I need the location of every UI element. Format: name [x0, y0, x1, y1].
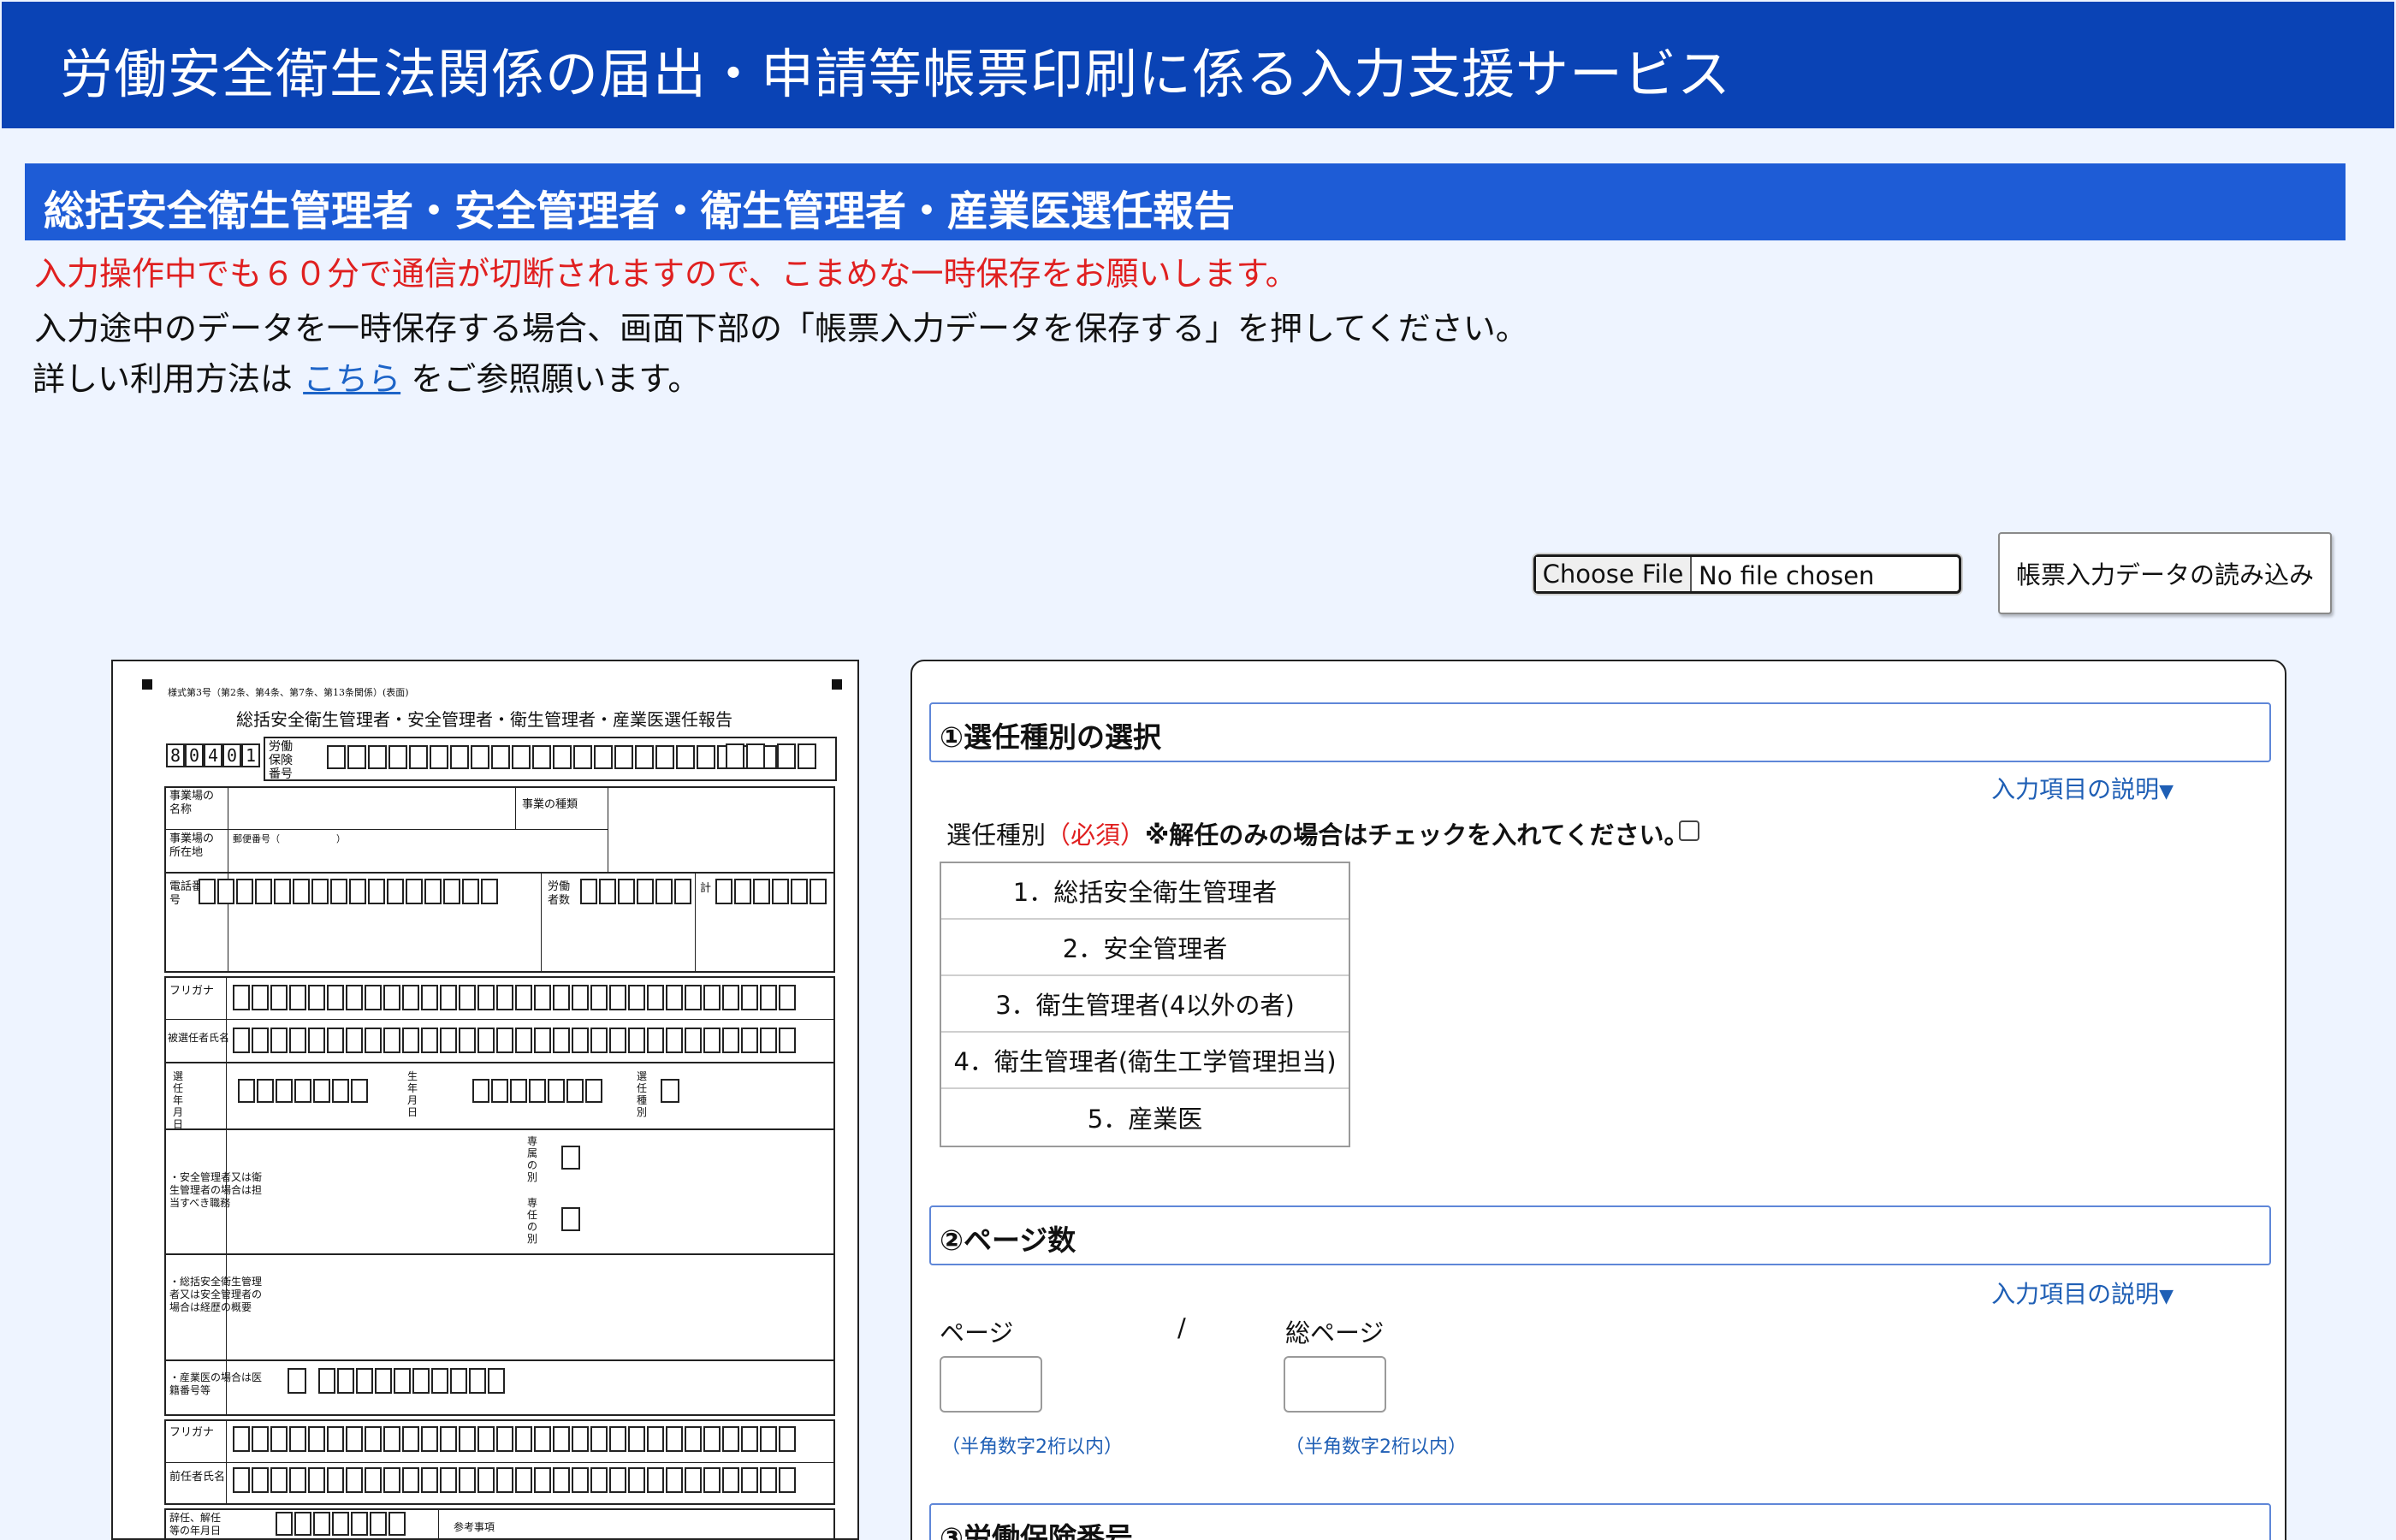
appointment-option[interactable]: 5．産業医 — [941, 1089, 1349, 1146]
dismissal-note: ※解任のみの場合はチェックを入れてください。 — [1145, 820, 1689, 850]
total-cells — [715, 879, 827, 904]
timeout-warning: 入力操作中でも６０分で通信が切断されますので、こまめな一時保存をお願いします。 — [34, 255, 1298, 293]
section-2-title: ②ページ数 — [940, 1223, 1076, 1257]
app-title: 労働安全衛生法関係の届出・申請等帳票印刷に係る入力支援サービス — [60, 43, 1732, 105]
remarks-label: 参考事項 — [454, 1521, 495, 1533]
appointment-type-listbox[interactable]: 1．総括安全衛生管理者 2．安全管理者 3．衛生管理者(4以外の者) 4．衛生管… — [940, 862, 1350, 1147]
furigana-label: フリガナ — [169, 985, 215, 998]
insurance-label: 労働保険番号 — [269, 740, 293, 781]
appointee-name-label: 被選任者氏名 — [168, 1032, 230, 1044]
page-hint: （半角数字2桁以内） — [941, 1436, 1123, 1458]
form-title-bar: 総括安全衛生管理者・安全管理者・衛生管理者・産業医選任報告 — [25, 163, 2346, 240]
total-page-input[interactable] — [1284, 1356, 1386, 1413]
appointment-option[interactable]: 2．安全管理者 — [941, 920, 1349, 976]
section-3-header[interactable]: ③労働保険番号 — [929, 1503, 2271, 1540]
section-1-explain-toggle[interactable]: 入力項目の説明▼ — [1991, 771, 2174, 805]
registration-mark — [142, 679, 152, 690]
page-input[interactable] — [940, 1356, 1042, 1413]
section-3-title: ③労働保険番号 — [940, 1521, 1133, 1540]
safety-duty-label: ・安全管理者又は衛生管理者の場合は担当すべき職務 — [169, 1171, 263, 1209]
birth-date-cells — [472, 1079, 602, 1103]
appointment-type-cell — [661, 1079, 679, 1103]
section-1-header[interactable]: ①選任種別の選択 — [929, 702, 2271, 762]
birth-date-label: 生年月日 — [407, 1070, 418, 1118]
total-page-label: 総ページ — [1285, 1318, 1385, 1348]
section-2-explain-toggle[interactable]: 入力項目の説明▼ — [1991, 1276, 2174, 1310]
preview-form-number: 様式第3号（第2条、第4条、第7条、第13条関係）(表面) — [168, 687, 409, 698]
appointment-type-field: 選任種別（必須）※解任のみの場合はチェックを入れてください。 — [946, 815, 1689, 851]
furigana-cells — [233, 985, 796, 1010]
triangle-down-icon: ▼ — [2159, 781, 2174, 803]
prev-name-cells — [233, 1467, 796, 1493]
page-cells — [726, 743, 816, 769]
address-label: 事業場の所在地 — [169, 832, 215, 859]
postal-label: 郵便番号（ ） — [233, 833, 346, 844]
save-info: 入力途中のデータを一時保存する場合、画面下部の「帳票入力データを保存する」を押し… — [34, 310, 1528, 347]
phone-cells — [199, 879, 498, 904]
usage-suffix: をご参照願います。 — [411, 360, 701, 398]
preview-title: 総括安全衛生管理者・安全管理者・衛生管理者・産業医選任報告 — [236, 709, 732, 730]
dismissal-block — [164, 1508, 835, 1538]
business-type-label: 事業の種類 — [522, 798, 578, 811]
page-label: ページ — [940, 1318, 1014, 1348]
total-label: 計 — [700, 882, 712, 895]
appointment-option[interactable]: 1．総括安全衛生管理者 — [941, 863, 1349, 920]
workers-label: 労働者数 — [548, 880, 571, 907]
total-page-hint: （半角数字2桁以内） — [1285, 1436, 1467, 1458]
workplace-name-label: 事業場の名称 — [169, 790, 215, 816]
appointment-option[interactable]: 3．衛生管理者(4以外の者) — [941, 976, 1349, 1033]
file-input[interactable]: Choose File No file chosen — [1533, 554, 1961, 594]
form-code-cells: 80401 — [166, 743, 260, 767]
section-2-header[interactable]: ②ページ数 — [929, 1205, 2271, 1265]
form-title: 総括安全衛生管理者・安全管理者・衛生管理者・産業医選任報告 — [44, 187, 1236, 235]
required-mark: （必須） — [1046, 820, 1146, 850]
usage-info: 詳しい利用方法は こちら をご参照願います。 — [33, 352, 700, 400]
prev-furigana-cells — [233, 1426, 796, 1452]
file-status: No file chosen — [1699, 561, 1875, 590]
section-1-title: ①選任種別の選択 — [940, 720, 1161, 754]
triangle-down-icon: ▼ — [2159, 1286, 2174, 1307]
appointee-name-cells — [233, 1028, 796, 1053]
explain-label: 入力項目の説明 — [1991, 1280, 2160, 1308]
dismissal-only-checkbox[interactable] — [1679, 820, 1699, 841]
doctor-reg-cells — [288, 1368, 505, 1394]
exclusive-cell — [561, 1146, 580, 1170]
workers-cells — [580, 879, 691, 904]
appointment-date-cells — [238, 1079, 368, 1103]
explain-label: 入力項目の説明 — [1991, 775, 2160, 803]
app-header: 労働安全衛生法関係の届出・申請等帳票印刷に係る入力支援サービス — [2, 2, 2394, 128]
appointment-date-label: 選任年月日 — [173, 1070, 184, 1130]
form-preview: 様式第3号（第2条、第4条、第7条、第13条関係）(表面) 総括安全衛生管理者・… — [111, 660, 859, 1540]
choose-file-button[interactable]: Choose File — [1536, 557, 1692, 591]
career-label: ・総括安全衛生管理者又は安全管理者の場合は経歴の概要 — [169, 1276, 263, 1313]
appointment-type-label: 選任種別 — [637, 1070, 648, 1118]
prev-name-label: 前任者氏名 — [169, 1471, 226, 1484]
page-slash: / — [1177, 1313, 1186, 1342]
appointment-option[interactable]: 4．衛生管理者(衛生工学管理担当) — [941, 1033, 1349, 1089]
usage-link[interactable]: こちら — [303, 360, 400, 398]
usage-prefix: 詳しい利用方法は — [33, 360, 294, 398]
exclusive-label: 専属の別 — [527, 1135, 538, 1183]
registration-mark — [832, 679, 842, 690]
fulltime-label: 専任の別 — [527, 1197, 538, 1245]
load-data-button[interactable]: 帳票入力データの読み込み — [1998, 532, 2332, 614]
dismissal-cells — [276, 1512, 406, 1536]
dismissal-label: 辞任、解任等の年月日 — [169, 1512, 222, 1537]
fulltime-cell — [561, 1207, 580, 1231]
doctor-reg-label: ・産業医の場合は医籍番号等 — [169, 1371, 263, 1396]
appointment-type-label: 選任種別 — [946, 820, 1047, 850]
prev-furigana-label: フリガナ — [169, 1426, 215, 1439]
insurance-cells — [327, 745, 777, 769]
input-panel: ①選任種別の選択 入力項目の説明▼ 選任種別（必須）※解任のみの場合はチェックを… — [910, 660, 2286, 1540]
